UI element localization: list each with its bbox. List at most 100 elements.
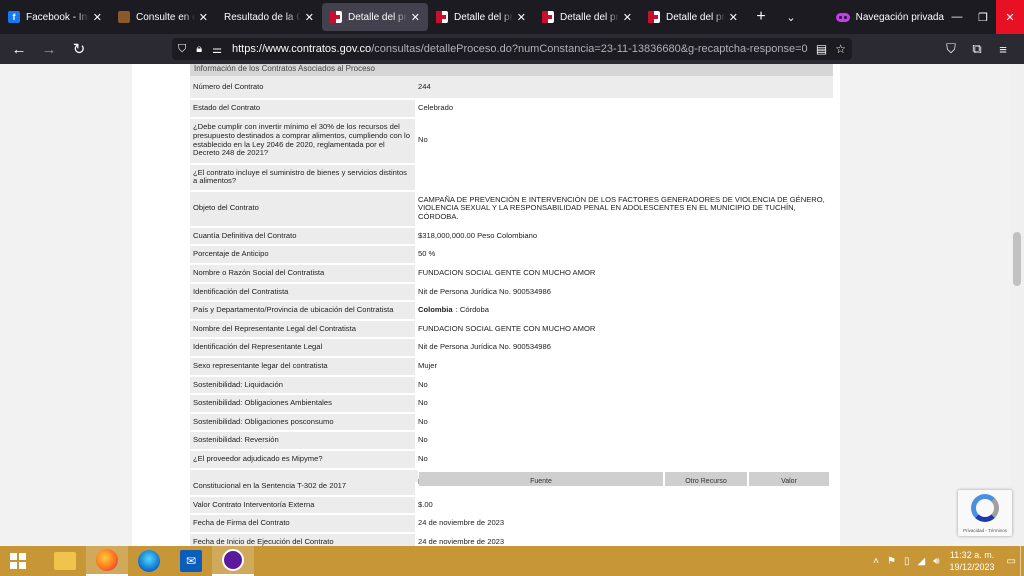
scrollbar-thumb[interactable] [1013, 232, 1021, 286]
minimize-button[interactable]: — [944, 0, 970, 34]
volume-icon[interactable]: 🔊︎ [933, 556, 939, 567]
close-tab-icon[interactable]: ✕ [411, 11, 420, 24]
tab-title: Consulte en el SECOP [136, 11, 195, 23]
table-row: Número del Contrato 244 [190, 76, 833, 100]
close-window-button[interactable]: ✕ [996, 0, 1024, 34]
close-tab-icon[interactable]: ✕ [729, 11, 738, 24]
subtable-header-other: Otro Recurso [665, 472, 747, 486]
tab-title: Detalle del proceso [454, 11, 513, 23]
table-row: Valor Contrato Interventoría Externa $.00 [190, 496, 833, 516]
extensions-icon[interactable]: ⧉ [964, 41, 990, 57]
table-row: Nombre del Representante Legal del Contr… [190, 320, 833, 340]
row-value: 244 [415, 76, 833, 98]
row-label: Porcentaje de Anticipo [190, 246, 415, 263]
row-label: Sostenibilidad: Obligaciones Ambientales [190, 395, 415, 412]
url-text[interactable]: https://www.contratos.gov.co/consultas/d… [232, 43, 808, 55]
back-button[interactable]: ← [4, 41, 34, 58]
url-host: https://www.contratos.gov.co [231, 43, 372, 55]
toolbar-right: ⛉ ⧉ ≡ [938, 34, 1016, 64]
table-row: Sexo representante legar del contratista… [190, 357, 833, 377]
browser-tab[interactable]: Detalle del proceso ✕ [534, 0, 640, 34]
private-browsing-indicator: Navegación privada [835, 0, 944, 34]
notifications-icon[interactable]: ▭ [1007, 556, 1016, 567]
row-label: Sostenibilidad: Reversión [190, 432, 415, 449]
site-icon [118, 11, 130, 23]
taskbar-file-explorer[interactable] [44, 546, 86, 576]
row-label: Número del Contrato [190, 76, 415, 98]
clock-date: 19/12/2023 [949, 562, 995, 572]
recaptcha-footer[interactable]: Privacidad - Términos [958, 528, 1012, 533]
table-row: Sostenibilidad: Obligaciones posconsumo N… [190, 413, 833, 433]
row-value: Nit de Persona Jurídica No. 900534986 [415, 339, 833, 356]
pocket-icon[interactable]: ⛉ [938, 41, 964, 57]
close-tab-icon[interactable]: ✕ [623, 11, 632, 24]
close-tab-icon[interactable]: ✕ [305, 11, 314, 24]
start-button[interactable] [0, 546, 36, 576]
row-label: Nombre del Representante Legal del Contr… [190, 320, 415, 338]
table-row: ¿El contrato incluye el suministro de bi… [190, 164, 833, 192]
taskbar-clock[interactable]: 11:32 a. m. 19/12/2023 [950, 549, 995, 573]
row-label: Sexo representante legar del contratista [190, 357, 415, 375]
tracking-shield-icon[interactable]: ⛉ [178, 43, 186, 56]
tab-title: Detalle del proceso [666, 11, 725, 23]
battery-icon[interactable]: ▯ [904, 556, 910, 567]
row-value: No [415, 450, 833, 468]
wifi-signal-icon[interactable]: ◢ [917, 556, 925, 567]
row-value: FUNDACION SOCIAL GENTE CON MUCHO AMOR [415, 320, 833, 338]
tray-overflow-chevron-icon[interactable]: ˄ [873, 556, 879, 567]
row-label: Valor Contrato Interventoría Externa [190, 496, 415, 514]
reload-button[interactable]: ↻ [64, 40, 94, 58]
maximize-button[interactable]: ❐ [970, 0, 996, 34]
row-label: Fecha de Firma del Contrato [190, 515, 415, 532]
reader-view-icon[interactable]: ▤ [816, 42, 827, 56]
row-label: Objeto del Contrato [190, 191, 415, 226]
taskbar-edge[interactable] [128, 546, 170, 576]
table-row: Cuantía Definitiva del Contrato $318,000,… [190, 227, 833, 247]
lock-icon[interactable]: 🔒︎ [196, 43, 202, 56]
taskbar-firefox[interactable] [86, 546, 128, 576]
browser-tab[interactable]: Detalle del proceso ✕ [428, 0, 534, 34]
taskbar-firefox-private[interactable] [212, 546, 254, 576]
row-value: No [415, 432, 833, 449]
row-value-bold: Colombia [418, 305, 453, 315]
page-margin-right [840, 64, 1010, 546]
forward-button[interactable]: → [34, 41, 64, 58]
new-tab-button[interactable]: + [746, 8, 776, 26]
clock-time: 11:32 a. m. [949, 550, 995, 560]
browser-tab[interactable]: f Facebook - Inicio ✕ [0, 0, 110, 34]
subtable-header-source: Fuente [419, 472, 663, 486]
row-label: País y Departamento/Provincia de ubicaci… [190, 302, 415, 319]
tab-title: Facebook - Inicio [26, 11, 89, 23]
page-margin-left [0, 64, 132, 546]
close-tab-icon[interactable]: ✕ [517, 11, 526, 24]
facebook-icon: f [8, 11, 20, 23]
browser-tab[interactable]: Detalle del proceso ✕ [640, 0, 746, 34]
recaptcha-badge[interactable]: Privacidad - Términos [958, 490, 1012, 536]
tab-list-chevron-icon[interactable]: ⌄ [776, 11, 806, 24]
table-row: Objeto del Contrato CAMPAÑA DE PREVENCIÓN… [190, 191, 833, 228]
close-tab-icon[interactable]: ✕ [199, 11, 208, 24]
url-path: /consultas/detalleProceso.do?numConstanc… [371, 43, 808, 55]
browser-tab[interactable]: Detalle del proceso ✕ [322, 3, 428, 31]
close-tab-icon[interactable]: ✕ [93, 11, 102, 24]
private-browsing-label: Navegación privada [855, 11, 944, 23]
window-controls: — ❐ ✕ [944, 0, 1024, 34]
page-scrollbar[interactable] [1010, 64, 1024, 546]
bookmark-star-icon[interactable]: ☆ [835, 42, 846, 56]
row-value [415, 164, 833, 190]
address-bar[interactable]: ⛉ 🔒︎ ⚌ https://www.contratos.gov.co/cons… [172, 38, 852, 60]
taskbar-mail[interactable]: ✉ [170, 546, 212, 576]
menu-hamburger-icon[interactable]: ≡ [990, 42, 1016, 57]
network-warning-icon[interactable]: ⚑ [887, 556, 896, 567]
table-row: País y Departamento/Provincia de ubicaci… [190, 302, 833, 321]
row-label: Estado del Contrato [190, 100, 415, 117]
browser-tab[interactable]: Resultado de la Consulta ✕ [216, 0, 322, 34]
windows-logo-icon [10, 553, 26, 569]
show-desktop-button[interactable] [1020, 546, 1024, 576]
browser-tab[interactable]: Consulte en el SECOP ✕ [110, 0, 216, 34]
table-row: ¿Debe cumplir con invertir mínimo el 30%… [190, 118, 833, 165]
permissions-icon[interactable]: ⚌ [212, 43, 222, 56]
secop-icon [330, 11, 342, 23]
row-value: $.00 [415, 496, 833, 514]
tab-title: Detalle del proceso [560, 11, 619, 23]
